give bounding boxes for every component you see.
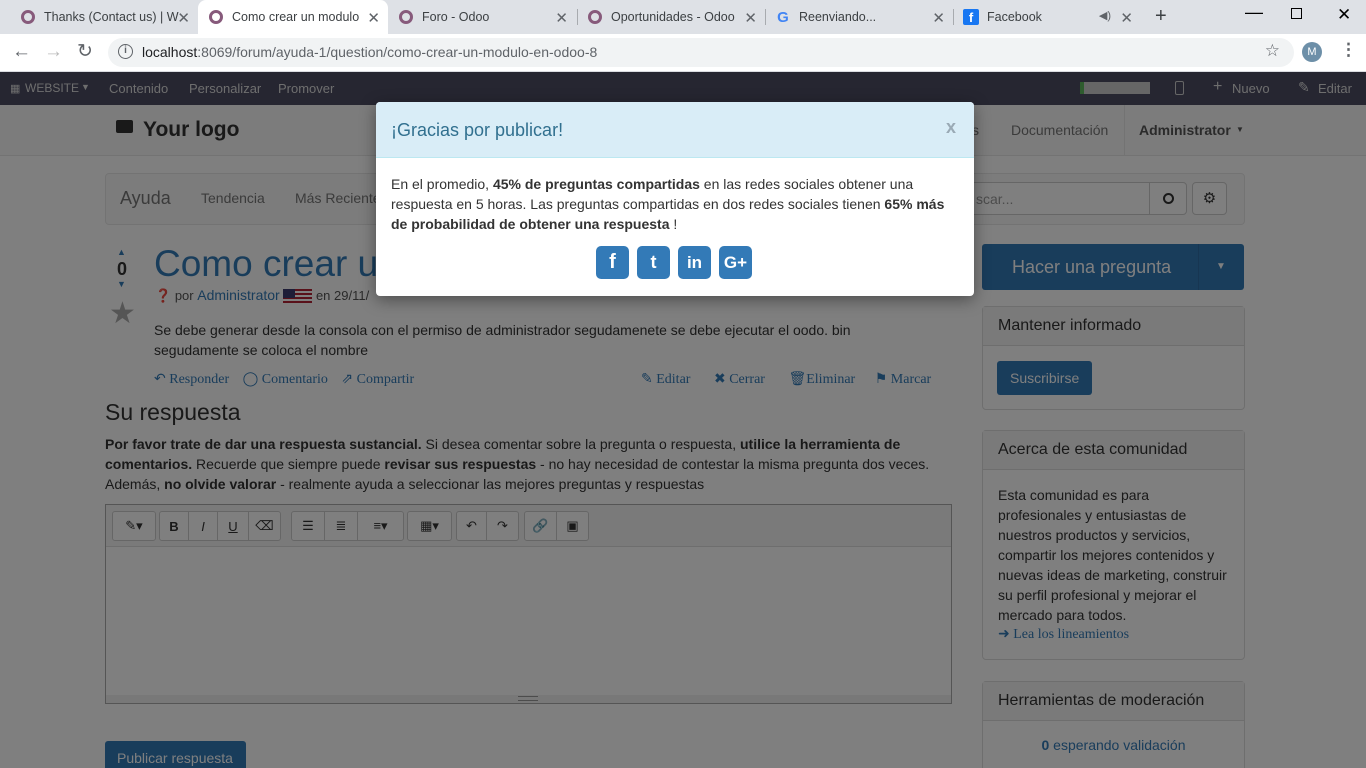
facebook-icon: f bbox=[609, 251, 616, 273]
browser-tab[interactable]: Thanks (Contact us) | W ✕ bbox=[10, 0, 198, 34]
browser-tab[interactable]: f Facebook ◀) ✕ bbox=[953, 0, 1141, 34]
close-icon[interactable]: ✕ bbox=[932, 9, 945, 27]
browser-tab[interactable]: Oportunidades - Odoo ✕ bbox=[577, 0, 765, 34]
avatar[interactable]: M bbox=[1302, 42, 1322, 62]
modal-close-button[interactable]: x bbox=[946, 117, 956, 138]
menu-icon[interactable]: ⋮ bbox=[1340, 40, 1357, 60]
close-icon[interactable]: ✕ bbox=[744, 9, 757, 27]
info-icon[interactable]: i bbox=[118, 44, 133, 59]
odoo-icon bbox=[587, 9, 603, 25]
twitter-icon: t bbox=[650, 252, 657, 272]
tab-title: Reenviando... bbox=[799, 10, 877, 24]
google-plus-icon: G+ bbox=[723, 252, 748, 272]
url-field[interactable]: i localhost:8069/forum/ayuda-1/question/… bbox=[108, 38, 1294, 67]
tab-title: Thanks (Contact us) | W bbox=[44, 10, 179, 24]
close-window-button[interactable]: ✕ bbox=[1337, 5, 1351, 25]
linkedin-icon: in bbox=[686, 252, 703, 272]
address-bar-row: ← → ↻ i localhost:8069/forum/ayuda-1/que… bbox=[0, 34, 1366, 72]
odoo-icon bbox=[398, 9, 414, 25]
modal-title: ¡Gracias por publicar! bbox=[391, 120, 564, 140]
twitter-share-button[interactable]: t bbox=[637, 246, 670, 279]
linkedin-share-button[interactable]: in bbox=[678, 246, 711, 279]
google-icon: G bbox=[777, 8, 789, 26]
new-tab-button[interactable]: + bbox=[1155, 5, 1167, 28]
browser-tab[interactable]: Foro - Odoo ✕ bbox=[388, 0, 576, 34]
tab-title: Como crear un modulo bbox=[232, 10, 360, 24]
close-icon[interactable]: ✕ bbox=[555, 9, 568, 27]
modal-header: ¡Gracias por publicar! x bbox=[376, 102, 974, 158]
close-icon[interactable]: ✕ bbox=[367, 9, 380, 27]
odoo-icon bbox=[20, 9, 36, 25]
restore-button[interactable] bbox=[1291, 8, 1302, 19]
modal-body-text: En el promedio, 45% de preguntas compart… bbox=[391, 176, 945, 232]
close-icon[interactable]: ✕ bbox=[1120, 9, 1133, 27]
odoo-icon bbox=[208, 9, 224, 25]
url-text: localhost:8069/forum/ayuda-1/question/co… bbox=[142, 44, 598, 60]
browser-tab-bar: Thanks (Contact us) | W ✕ Como crear un … bbox=[0, 0, 1366, 34]
forward-icon[interactable]: → bbox=[44, 41, 63, 63]
back-icon[interactable]: ← bbox=[12, 41, 31, 63]
reload-icon[interactable]: ↻ bbox=[77, 40, 93, 63]
minimize-button[interactable]: — bbox=[1245, 2, 1263, 23]
close-icon[interactable]: ✕ bbox=[177, 9, 190, 27]
tab-title: Oportunidades - Odoo bbox=[611, 10, 735, 24]
tab-title: Foro - Odoo bbox=[422, 10, 490, 24]
speaker-icon[interactable]: ◀) bbox=[1099, 9, 1111, 22]
browser-tab[interactable]: G Reenviando... ✕ bbox=[765, 0, 953, 34]
star-icon[interactable]: ☆ bbox=[1265, 41, 1280, 61]
share-modal: ¡Gracias por publicar! x En el promedio,… bbox=[376, 102, 974, 296]
facebook-icon: f bbox=[963, 9, 979, 25]
facebook-share-button[interactable]: f bbox=[596, 246, 629, 279]
browser-tab-active[interactable]: Como crear un modulo ✕ bbox=[198, 0, 388, 34]
google-plus-share-button[interactable]: G+ bbox=[719, 246, 752, 279]
